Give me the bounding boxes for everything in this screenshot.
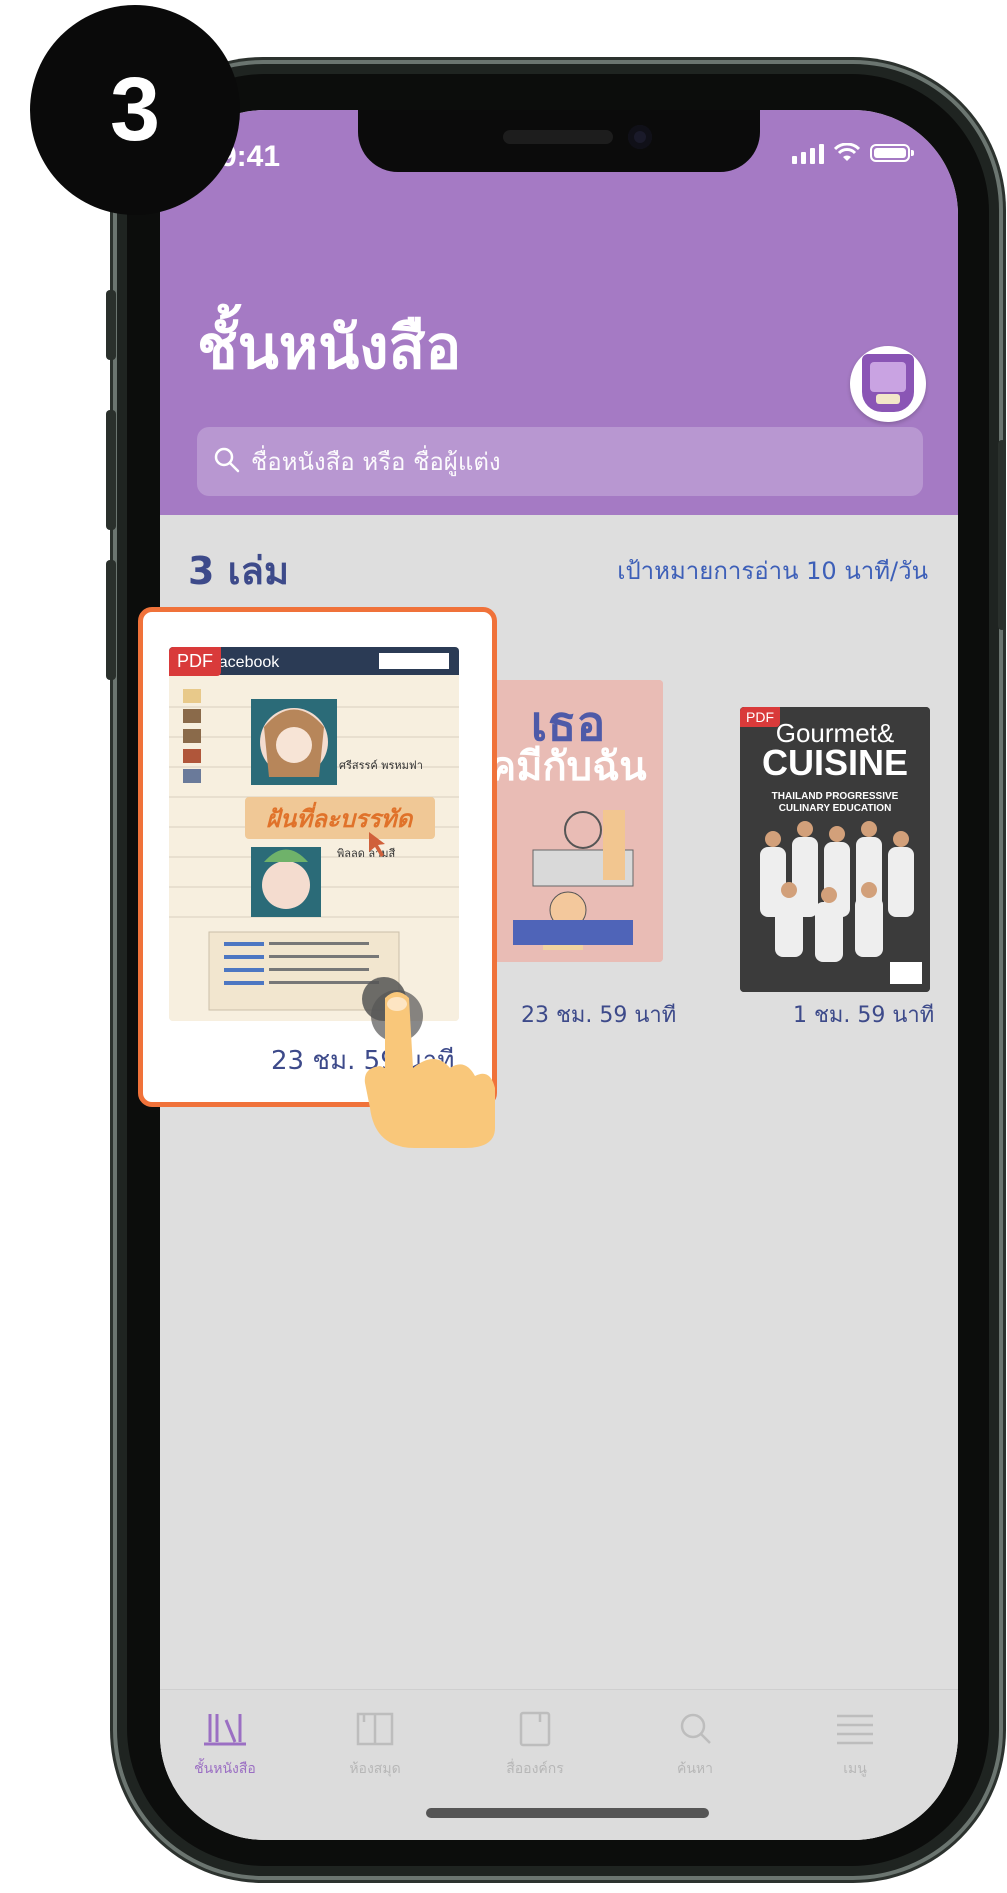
phone-side-button <box>106 290 116 360</box>
cover-author-1: ศรีสรรค์ พรหมฟา <box>339 759 423 772</box>
book-item[interactable]: Gourmet& CUISINE THAILAND PROGRESSIVE CU… <box>740 707 930 992</box>
tab-label: เมนู <box>843 1761 867 1777</box>
svg-text:คมีกับฉัน: คมีกับฉัน <box>489 744 646 790</box>
tab-organization-media[interactable]: สื่อองค์กร <box>470 1710 600 1780</box>
step-number-badge: 3 <box>30 5 240 215</box>
search-input[interactable]: ชื่อหนังสือ หรือ ชื่อผู้แต่ง <box>197 427 923 496</box>
tab-label: ห้องสมุด <box>349 1761 401 1777</box>
page-title: ชั้นหนังสือ <box>197 313 462 383</box>
tab-library[interactable]: ห้องสมุด <box>310 1710 440 1780</box>
svg-text:CUISINE: CUISINE <box>762 742 908 783</box>
notch <box>358 110 760 172</box>
phone-volume-up <box>106 410 116 530</box>
cover-title: ฝันที่ละบรรทัด <box>266 801 414 833</box>
phone-volume-down <box>106 560 116 680</box>
book-time: 23 ชม. 59 นาที <box>521 1003 677 1028</box>
book-icon <box>517 1711 553 1752</box>
tap-hand-icon <box>355 968 505 1152</box>
book-cover: Facebook ศรีสรรค์ พรหมฟา ฝันที่ละบรรทัด … <box>169 647 459 1021</box>
search-icon <box>677 1713 713 1752</box>
signal-icon <box>792 142 824 164</box>
search-placeholder: ชื่อหนังสือ หรือ ชื่อผู้แต่ง <box>251 448 501 476</box>
book-item[interactable]: เธอ คมีกับฉัน <box>473 680 663 970</box>
tab-bar: ชั้นหนังสือ ห้องสมุด สื่อองค์กร ค้นหา เม… <box>160 1689 958 1840</box>
tab-label: สื่อองค์กร <box>506 1761 564 1777</box>
bookshelf-icon <box>202 1714 248 1752</box>
tab-label: ชั้นหนังสือ <box>194 1761 256 1777</box>
wifi-icon <box>834 143 860 163</box>
pdf-badge: PDF <box>740 707 780 727</box>
cover-author-2: พิลลด ลามสี <box>337 847 396 860</box>
tab-search[interactable]: ค้นหา <box>630 1710 760 1780</box>
phone-power-button <box>998 440 1006 630</box>
tab-menu[interactable]: เมนู <box>790 1710 920 1780</box>
book-cover: เธอ คมีกับฉัน <box>473 680 663 962</box>
tab-bookshelf[interactable]: ชั้นหนังสือ <box>160 1710 290 1780</box>
menu-icon <box>835 1714 875 1752</box>
book-time: 1 ชม. 59 นาที <box>793 1003 935 1028</box>
header: 9:41 ชั้นหนังสือ ชื่อหนังสือ หรือ ชื่อผู… <box>160 110 958 515</box>
reading-goal-link[interactable]: เป้าหมายการอ่าน 10 นาที/วัน <box>617 551 928 590</box>
svg-text:THAILAND PROGRESSIVE: THAILAND PROGRESSIVE <box>772 791 899 802</box>
home-indicator[interactable] <box>426 1808 709 1818</box>
battery-icon <box>870 144 914 162</box>
search-icon <box>213 446 241 478</box>
organization-logo[interactable] <box>850 346 926 422</box>
svg-text:CULINARY EDUCATION: CULINARY EDUCATION <box>779 803 892 814</box>
book-cover: Gourmet& CUISINE THAILAND PROGRESSIVE CU… <box>740 707 930 992</box>
tab-label: ค้นหา <box>676 1761 714 1777</box>
library-icon <box>355 1712 395 1752</box>
pdf-badge: PDF <box>169 647 221 676</box>
status-icons <box>792 142 914 164</box>
book-count: 3 เล่ม <box>188 549 289 593</box>
